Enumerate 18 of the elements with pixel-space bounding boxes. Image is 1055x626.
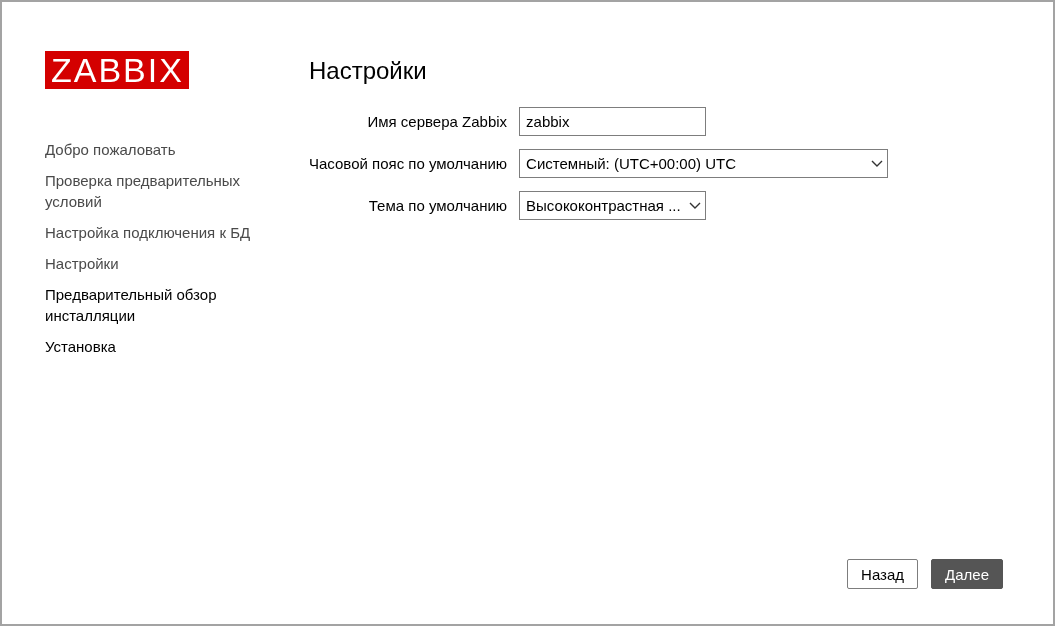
dropdown-select[interactable]: Системный: (UTC+00:00) UTC	[519, 149, 889, 178]
setup-step: Предварительный обзор инсталляции	[45, 284, 267, 326]
chevron-down-icon	[871, 160, 884, 167]
setup-step: Настройка подключения к БД	[45, 222, 267, 243]
setup-step: Настройки	[45, 253, 267, 274]
field-label: Часовой пояс по умолчанию	[309, 154, 508, 173]
zabbix-logo: ZABBIX	[45, 51, 189, 89]
back-button[interactable]: Назад	[847, 559, 919, 589]
field-label: Имя сервера Zabbix	[367, 112, 508, 131]
chevron-down-icon	[689, 202, 702, 209]
next-button[interactable]: Далее	[931, 559, 1003, 589]
text-input-field[interactable]: zabbix	[519, 107, 707, 136]
field-label: Тема по умолчанию	[368, 196, 508, 215]
dropdown-select[interactable]: Высококонтрастная ...	[519, 191, 707, 220]
setup-step: Добро пожаловать	[45, 139, 267, 160]
page-title: Настройки	[309, 57, 427, 85]
setup-step: Установка	[45, 336, 267, 357]
setup-step: Проверка предварительных условий	[45, 170, 267, 212]
